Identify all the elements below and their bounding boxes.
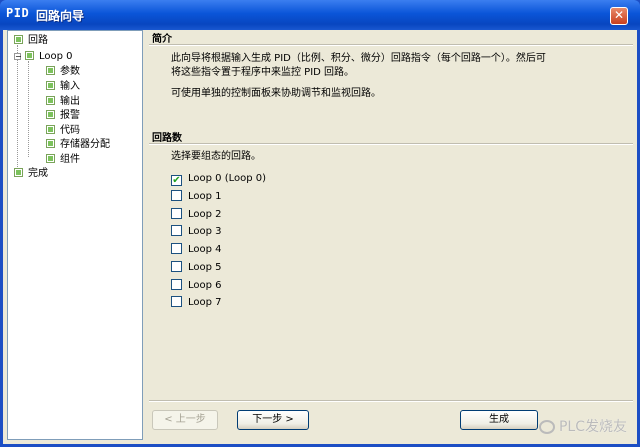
wizard-content-panel: 简介 此向导将根据输入生成 PID（比例、积分、微分）回路指令（每个回路一个）。… [149,30,633,440]
checkbox-label: Loop 2 [188,209,222,220]
loop-4-checkbox[interactable] [171,243,182,254]
intro-text-line3: 可使用单独的控制面板来协助调节和监视回路。 [171,88,381,99]
tree-item-label: 参数 [60,66,80,77]
node-icon [46,81,55,90]
intro-text-line2: 将这些指令置于程序中来监控 PID 回路。 [171,67,355,78]
tree-item-label: 组件 [60,154,80,165]
wechat-icon [538,420,555,434]
node-icon [25,51,34,60]
checkbox-label: Loop 6 [188,280,222,291]
loop-1-checkbox[interactable] [171,190,182,201]
checkbox-label: Loop 3 [188,226,222,237]
loop-7-checkbox[interactable] [171,296,182,307]
next-button[interactable]: 下一步 > [237,410,309,430]
loop-3-option[interactable]: Loop 3 [171,225,222,239]
watermark: PLC发烧友 [538,416,627,436]
node-icon [46,139,55,148]
section-divider [149,44,633,46]
checkbox-label: Loop 4 [188,244,222,255]
loop-7-option[interactable]: Loop 7 [171,296,222,310]
loop-0-option[interactable]: ✔ Loop 0 (Loop 0) [171,172,266,186]
title-bar[interactable]: PID 回路向导 ✕ [0,0,640,30]
loop-5-checkbox[interactable] [171,261,182,272]
checkbox-label: Loop 5 [188,262,222,273]
loop-select-prompt: 选择要组态的回路。 [171,151,261,162]
tree-guide-line [17,45,18,173]
tree-item-label: 输出 [60,96,80,107]
tree-item-code[interactable]: 代码 [46,124,80,137]
loop-0-checkbox[interactable]: ✔ [171,175,182,186]
close-icon: ✕ [613,8,625,22]
tree-item-alarm[interactable]: 报警 [46,109,80,122]
node-icon [14,168,23,177]
tree-item-root[interactable]: 回路 [14,34,48,47]
loop-5-option[interactable]: Loop 5 [171,261,222,275]
tree-item-label: 回路 [28,35,48,46]
tree-item-label: Loop 0 [39,51,73,62]
wizard-client-area: 回路 − Loop 0 参数 输入 输出 报警 代码 存储器分配 组件 完成 简… [3,30,637,444]
tree-item-params[interactable]: 参数 [46,65,80,78]
node-icon [46,154,55,163]
tree-item-input[interactable]: 输入 [46,80,80,93]
loop-6-option[interactable]: Loop 6 [171,279,222,293]
generate-button[interactable]: 生成 [460,410,538,430]
tree-item-label: 代码 [60,125,80,136]
pid-wizard-window: PID 回路向导 ✕ 回路 − Loop 0 参数 输入 输出 报警 代码 存储… [0,0,640,447]
wizard-nav-tree: 回路 − Loop 0 参数 输入 输出 报警 代码 存储器分配 组件 完成 [7,30,143,440]
tree-guide-line [28,61,29,157]
loop-3-checkbox[interactable] [171,225,182,236]
section-divider [149,143,633,145]
checkbox-label: Loop 0 (Loop 0) [188,173,267,184]
collapse-toggle-icon[interactable]: − [14,53,22,61]
node-icon [46,96,55,105]
prev-button[interactable]: < 上一步 [152,410,218,430]
tree-item-label: 输入 [60,81,80,92]
pid-app-icon: PID [6,6,30,20]
node-icon [46,110,55,119]
button-area-divider [149,400,633,402]
loop-6-checkbox[interactable] [171,279,182,290]
loop-2-option[interactable]: Loop 2 [171,208,222,222]
intro-text-line1: 此向导将根据输入生成 PID（比例、积分、微分）回路指令（每个回路一个）。然后可 [171,53,546,64]
node-icon [46,66,55,75]
checkbox-label: Loop 7 [188,297,222,308]
window-title: 回路向导 [36,9,85,23]
tree-item-label: 存储器分配 [60,139,110,150]
close-button[interactable]: ✕ [610,7,628,25]
tree-item-finish[interactable]: 完成 [14,167,48,180]
loop-2-checkbox[interactable] [171,208,182,219]
intro-heading: 简介 [152,34,172,45]
tree-item-components[interactable]: 组件 [46,153,80,166]
loop-count-heading: 回路数 [152,133,182,144]
node-icon [46,125,55,134]
node-icon [14,35,23,44]
tree-item-label: 完成 [28,168,48,179]
tree-item-loop[interactable]: Loop 0 [25,50,73,63]
checkbox-label: Loop 1 [188,191,222,202]
watermark-text: PLC发烧友 [558,419,627,435]
loop-1-option[interactable]: Loop 1 [171,190,222,204]
tree-item-output[interactable]: 输出 [46,95,80,108]
tree-item-label: 报警 [60,110,80,121]
loop-4-option[interactable]: Loop 4 [171,243,222,257]
tree-item-memory[interactable]: 存储器分配 [46,138,110,151]
